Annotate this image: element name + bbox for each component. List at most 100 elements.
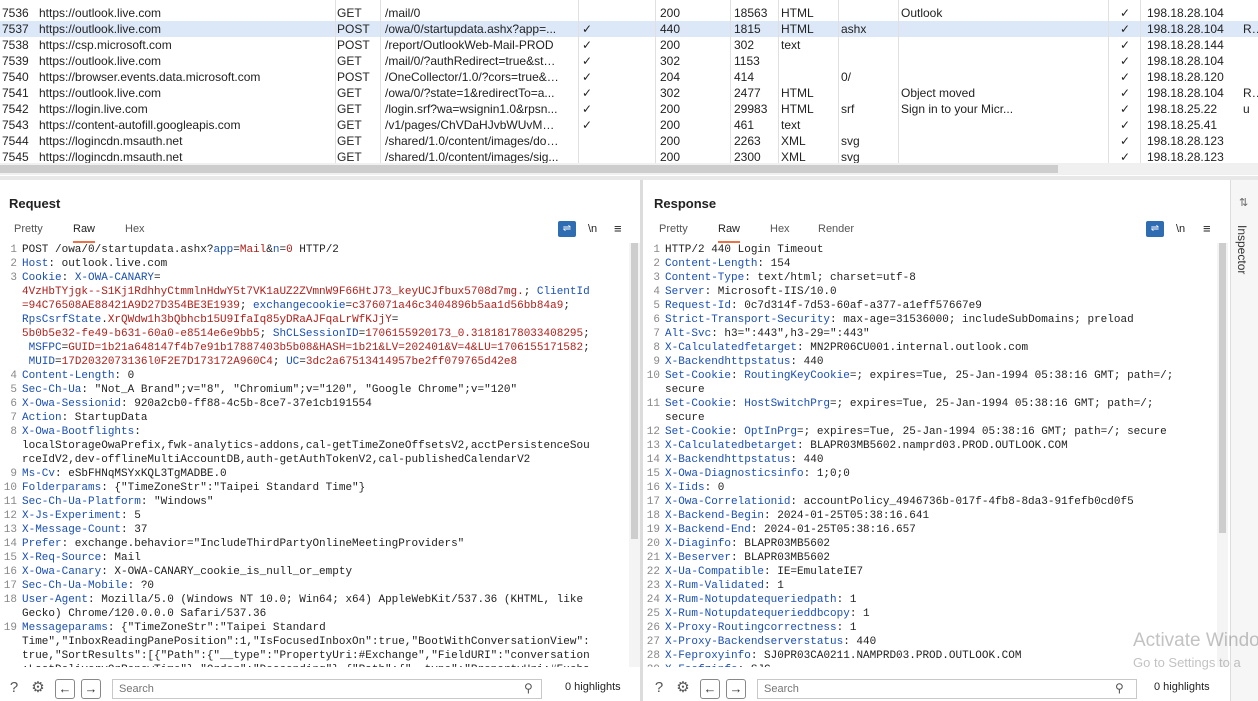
token: X-Owa-Canary <box>22 566 102 578</box>
inspector-sidebar[interactable]: ⇅ Inspector <box>1230 180 1258 701</box>
wrap-lines-icon[interactable]: ⇌ <box>558 221 576 237</box>
gear-icon[interactable]: ⚙ <box>673 679 693 699</box>
response-scrollbar[interactable] <box>1217 243 1228 667</box>
token: ShCLSessionID <box>272 328 359 340</box>
inspector-label[interactable]: Inspector <box>1235 225 1249 274</box>
http-history-table: 7536 https://outlook.live.com GET/mail/0 20… <box>0 0 1258 176</box>
column-divider[interactable] <box>578 0 579 164</box>
tab-pretty[interactable]: Pretty <box>659 221 688 243</box>
show-newlines-button[interactable]: \n <box>588 221 597 237</box>
search-input[interactable] <box>112 679 542 699</box>
cell-title: Sign in to your Micr... <box>901 102 1014 116</box>
request-scroll-thumb[interactable] <box>631 243 638 539</box>
token: Mail <box>239 244 267 256</box>
cell-id: 7543 <box>2 118 29 132</box>
history-hscroll-thumb[interactable] <box>0 165 1058 173</box>
request-tabs: Pretty Raw Hex <box>0 221 640 243</box>
tab-raw[interactable]: Raw <box>718 221 741 243</box>
table-row[interactable]: 7542 https://login.live.com GET/login.srf?… <box>0 101 1258 117</box>
inspector-icon[interactable]: ⇅ <box>1239 196 1248 209</box>
token: X-Owa-Bootflights <box>22 426 135 438</box>
line-text: Set-Cookie: RoutingKeyCookie=; expires=T… <box>665 369 1218 383</box>
column-divider[interactable] <box>778 0 779 164</box>
line-text: Host: outlook.live.com <box>22 257 628 271</box>
token: : "Windows" <box>140 496 214 508</box>
tab-pretty[interactable]: Pretty <box>14 221 43 243</box>
table-row[interactable]: 7539 https://outlook.live.com GET/mail/0/?… <box>0 53 1258 69</box>
next-match-button[interactable]: → <box>726 679 746 699</box>
help-icon[interactable]: ? <box>649 679 669 699</box>
line-number: 29 <box>643 663 660 667</box>
response-scroll-thumb[interactable] <box>1219 243 1226 533</box>
menu-icon[interactable]: ≡ <box>614 221 622 237</box>
code-line: 10 Set-Cookie: RoutingKeyCookie=; expires… <box>643 369 1218 383</box>
column-divider[interactable] <box>655 0 656 164</box>
cell-status: 200 <box>660 38 681 52</box>
line-text: 5b0b5e32-fe49-b631-60a0-e8514e6e9bb5; Sh… <box>22 327 628 341</box>
column-divider[interactable] <box>730 0 731 164</box>
token: User-Agent <box>22 594 89 606</box>
column-divider[interactable] <box>335 0 336 164</box>
search-input[interactable] <box>757 679 1137 699</box>
token: Folderparams <box>22 482 102 494</box>
token: X-Diaginfo <box>665 538 732 550</box>
cell-host: https://outlook.live.com <box>39 86 162 100</box>
token: : 154 <box>757 258 791 270</box>
cell-params: ✓ <box>582 86 593 100</box>
line-number: 6 <box>10 398 17 410</box>
token: : 5 <box>121 510 141 522</box>
token: Server <box>665 286 705 298</box>
column-divider[interactable] <box>380 0 381 164</box>
table-row[interactable]: 7536 https://outlook.live.com GET/mail/0 20… <box>0 5 1258 21</box>
line-text: Content-Type: text/html; charset=utf-8 <box>665 271 1218 285</box>
token: OptInPrg <box>744 426 798 438</box>
cell-host: https://csp.microsoft.com <box>39 38 172 52</box>
tab-hex[interactable]: Hex <box>770 221 790 243</box>
wrap-lines-icon[interactable]: ⇌ <box>1146 221 1164 237</box>
cell-params: ✓ <box>582 22 593 36</box>
tab-raw[interactable]: Raw <box>73 221 96 243</box>
menu-icon[interactable]: ≡ <box>1203 221 1211 237</box>
table-row[interactable]: 7544 https://logincdn.msauth.net GET/share… <box>0 133 1258 149</box>
previous-match-button[interactable]: ← <box>55 679 75 699</box>
token: : BLAPR03MB5602 <box>731 552 831 564</box>
token: ; <box>583 328 590 340</box>
code-line: 13 X-Calculatedbetarget: BLAPR03MB5602.na… <box>643 439 1218 453</box>
cell-status: 302 <box>660 54 681 68</box>
table-row[interactable]: 7537 https://outlook.live.com POST/owa/0/s… <box>0 21 1258 37</box>
gear-icon[interactable]: ⚙ <box>28 679 48 699</box>
cell-url: /owa/0/?state=1&redirectTo=a... <box>385 86 555 100</box>
history-hscrollbar[interactable] <box>0 163 1258 175</box>
table-row[interactable]: 7541 https://outlook.live.com GET/owa/0/?s… <box>0 85 1258 101</box>
token: : h3=":443",h3-29=":443" <box>711 328 870 340</box>
cell-url: /v1/pages/ChVDaHJvbWUvMTIw... <box>385 118 560 132</box>
code-line: 1 HTTP/2 440 Login Timeout <box>643 243 1218 257</box>
token: : {"TimeZoneStr":"Taipei Standard <box>107 622 326 634</box>
code-line: 4 Server: Microsoft-IIS/10.0 <box>643 285 1218 299</box>
line-number: 12 <box>646 426 660 438</box>
previous-match-button[interactable]: ← <box>700 679 720 699</box>
table-row[interactable]: 7540 https://browser.events.data.microsof… <box>0 69 1258 85</box>
token: Time","InboxReadingPanePosition":1,"IsFo… <box>22 636 590 648</box>
request-editor[interactable]: 1 POST /owa/0/startupdata.ashx?app=Mail&n… <box>0 243 628 667</box>
next-match-button[interactable]: → <box>81 679 101 699</box>
token: Sec-Ch-Ua-Mobile <box>22 580 128 592</box>
column-divider[interactable] <box>838 0 839 164</box>
tab-render[interactable]: Render <box>818 221 854 243</box>
column-divider[interactable] <box>1108 0 1109 164</box>
line-text: X-Owa-Sessionid: 920a2cb0-ff88-4c5b-8ce7… <box>22 397 628 411</box>
table-row[interactable]: 7538 https://csp.microsoft.com POST/report… <box>0 37 1258 53</box>
cell-params: ✓ <box>582 102 593 116</box>
line-text: X-Diaginfo: BLAPR03MB5602 <box>665 537 1218 551</box>
column-divider[interactable] <box>1140 0 1141 164</box>
request-scrollbar[interactable] <box>629 243 640 667</box>
response-editor[interactable]: 1 HTTP/2 440 Login Timeout 2 Content-Length… <box>643 243 1218 667</box>
tab-hex[interactable]: Hex <box>125 221 145 243</box>
line-text: Sec-Ch-Ua-Mobile: ?0 <box>22 579 628 593</box>
table-row[interactable]: 7543 https://content-autofill.googleapis.… <box>0 117 1258 133</box>
help-icon[interactable]: ? <box>4 679 24 699</box>
show-newlines-button[interactable]: \n <box>1176 221 1185 237</box>
line-text: X-Backend-End: 2024-01-25T05:38:16.657 <box>665 523 1218 537</box>
line-text: Action: StartupData <box>22 411 628 425</box>
column-divider[interactable] <box>898 0 899 164</box>
